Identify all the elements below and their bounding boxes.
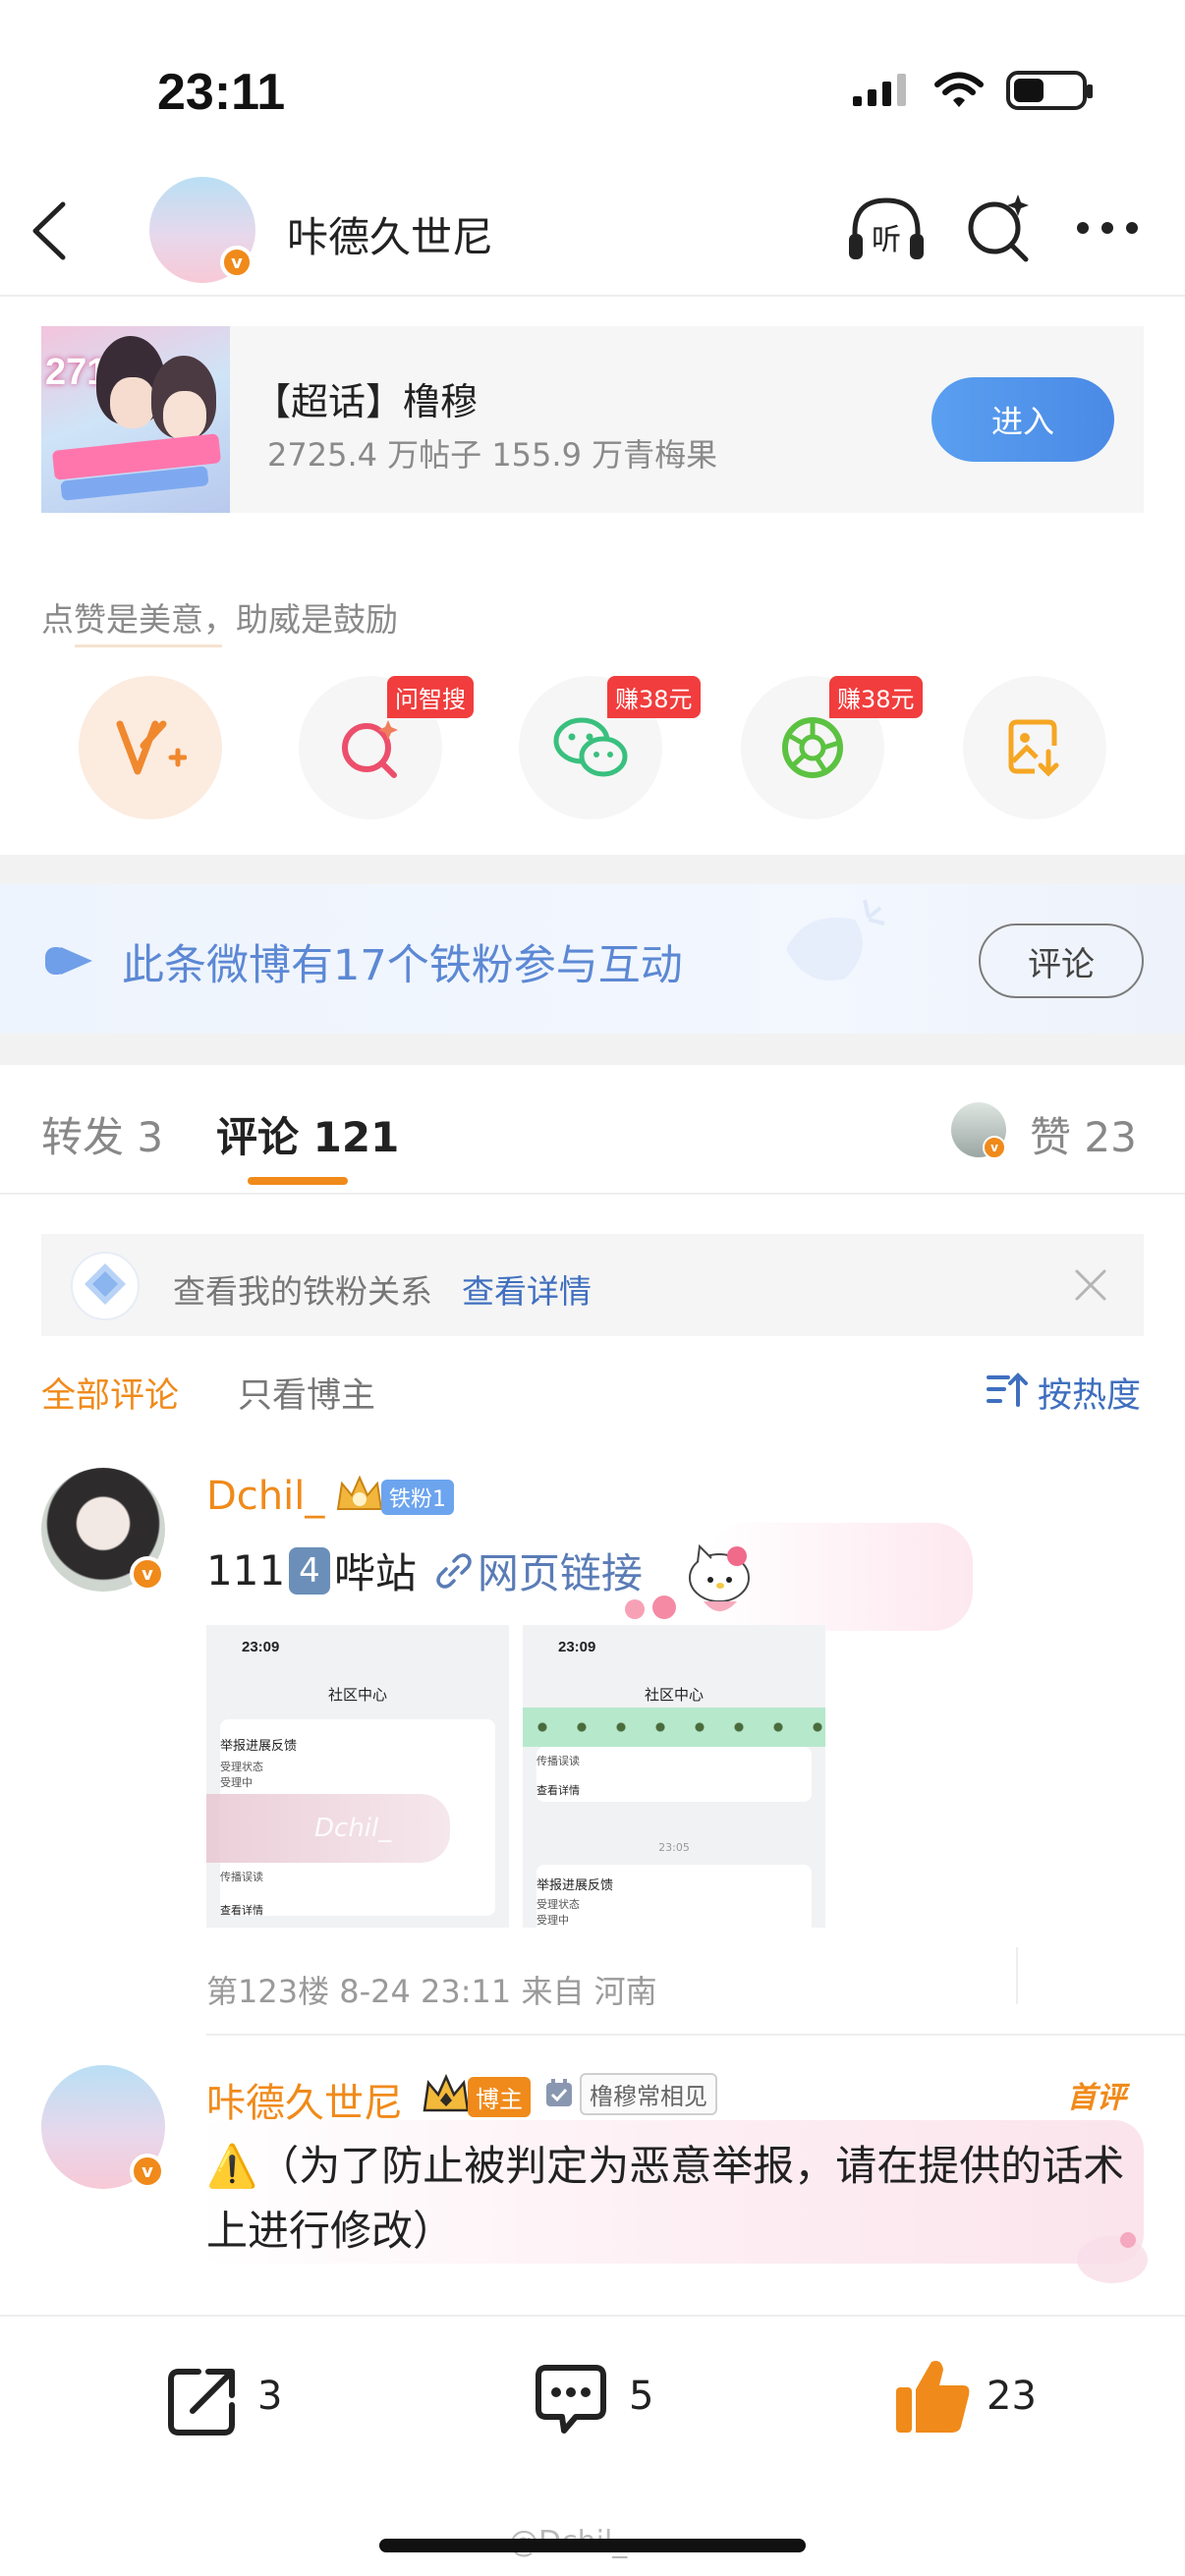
tab-repost[interactable]: 转发 3 — [41, 1104, 163, 1164]
status-icons — [851, 71, 1093, 110]
comment-text-prefix: 111 — [206, 1546, 286, 1595]
liker-verified-icon: v — [983, 1136, 1006, 1159]
kitty-sticker-icon — [689, 1543, 750, 1611]
topic-name: 【超话】橹穆 — [254, 380, 479, 423]
comment-username[interactable]: Dchil_ — [206, 1474, 324, 1519]
tab-indicator — [248, 1177, 348, 1185]
crown-icon — [336, 1475, 383, 1510]
status-time: 23:11 — [157, 64, 286, 121]
comment-count[interactable]: 5 — [629, 2374, 653, 2419]
comment-divider — [206, 2034, 1185, 2036]
sort-by-heat[interactable]: 按热度 — [1038, 1368, 1141, 1418]
v-plus-icon — [116, 720, 187, 775]
enter-topic-button[interactable]: 进入 — [931, 377, 1114, 462]
home-indicator[interactable] — [379, 2539, 806, 2552]
fan-level-badge: 铁粉1 — [381, 1480, 454, 1515]
host-crown-icon — [423, 2073, 470, 2112]
shot2-title: 社区中心 — [644, 1686, 704, 1704]
moments-icon — [782, 717, 843, 778]
like-count[interactable]: 23 — [987, 2374, 1037, 2419]
host-verified-icon: v — [130, 2154, 165, 2189]
wechat-icon — [553, 717, 628, 777]
ai-search-icon — [342, 720, 398, 778]
fan-title-badge: 橹穆常相见 — [580, 2073, 717, 2115]
section-separator-2 — [0, 1034, 1185, 1065]
shot1-line: 受理状态 — [220, 1761, 263, 1773]
web-link[interactable]: 网页链接 — [478, 1540, 643, 1600]
shot2-line: 查看详情 — [536, 1784, 580, 1797]
meta-separator — [1016, 1947, 1018, 2004]
moments-reward-tag: 赚38元 — [829, 676, 923, 718]
calendar-icon — [546, 2079, 572, 2106]
repost-icon[interactable] — [165, 2364, 240, 2438]
shot1-line: 查看详情 — [220, 1904, 263, 1917]
comment-text: 111 4 哔站 网页链接 — [206, 1540, 643, 1600]
shot2-dot-band — [523, 1708, 825, 1747]
shot1-time: 23:09 — [242, 1639, 280, 1655]
close-icon[interactable] — [1073, 1267, 1108, 1303]
tabs-divider — [0, 1193, 1185, 1195]
shot2-time: 23:09 — [558, 1639, 596, 1655]
shot1-title: 社区中心 — [327, 1686, 387, 1704]
save-image-button[interactable] — [963, 676, 1106, 819]
strawberry-icon — [625, 1596, 676, 1619]
shot1-watermark: Dchil_ — [314, 1814, 392, 1843]
ai-search-tag: 问智搜 — [387, 676, 474, 718]
repost-count[interactable]: 3 — [257, 2374, 282, 2419]
tab-likes[interactable]: 赞 23 — [1030, 1104, 1137, 1164]
support-v-button[interactable] — [79, 676, 222, 819]
fans-play-icon — [45, 947, 92, 975]
fan-relation-text: 查看我的铁粉关系 — [173, 1272, 432, 1311]
first-comment-tag: 首评 — [1067, 2081, 1126, 2115]
shot2-line: 传播误读 — [536, 1755, 580, 1767]
shot2-line: 受理中 — [536, 1914, 569, 1927]
commenter-verified-icon: v — [130, 1556, 165, 1592]
wechat-reward-tag: 赚38元 — [607, 676, 701, 718]
cheer-text: 点赞是美意，助威是鼓励 — [41, 600, 398, 639]
shot1-line: 受理中 — [220, 1776, 253, 1789]
section-separator — [0, 855, 1185, 884]
comment-icon[interactable] — [533, 2362, 609, 2436]
host-badge: 博主 — [468, 2077, 531, 2117]
shot2-time-divider: 23:05 — [658, 1841, 690, 1854]
bubble-sticker-icon — [1077, 2232, 1148, 2283]
iron-fans-text: 此条微博有17个铁粉参与互动 — [122, 941, 683, 990]
comment-image-1[interactable]: 23:09 社区中心 举报进展反馈 受理状态 受理中 Dchil_ 传播误读 查… — [206, 1625, 509, 1928]
cheer-pointer — [75, 644, 222, 647]
save-image-icon — [1008, 719, 1059, 777]
verified-badge-icon: v — [220, 246, 254, 279]
filter-all-comments[interactable]: 全部评论 — [41, 1368, 179, 1418]
battery-icon — [1006, 71, 1093, 110]
listen-icon[interactable]: 听 — [845, 193, 928, 265]
link-icon — [436, 1552, 472, 1589]
header-divider — [0, 295, 1185, 297]
fans-decoration-icon — [786, 899, 885, 980]
topic-cover-image: 2711 — [41, 326, 230, 513]
comment-image-2[interactable]: 23:09 社区中心 传播误读 查看详情 23:05 举报进展反馈 受理状态 受… — [523, 1625, 825, 1928]
tab-comments[interactable]: 评论 121 — [216, 1104, 399, 1164]
shot2-line: 受理状态 — [536, 1898, 580, 1911]
cellular-signal-icon — [853, 74, 906, 106]
topic-stats: 2725.4 万帖子 155.9 万青梅果 — [267, 436, 718, 474]
back-icon[interactable] — [28, 200, 71, 261]
comment-meta: 第123楼 8-24 23:11 来自 河南 — [206, 1973, 657, 2010]
number-keycap: 4 — [289, 1546, 330, 1595]
filter-host-only[interactable]: 只看博主 — [238, 1368, 375, 1418]
wifi-icon — [934, 72, 984, 107]
banner-comment-button[interactable]: 评论 — [979, 924, 1144, 998]
shot1-line: 举报进展反馈 — [220, 1739, 298, 1754]
fan-relation-link[interactable]: 查看详情 — [462, 1265, 592, 1313]
search-icon[interactable] — [963, 191, 1034, 265]
header-title[interactable]: 咔德久世尼 — [287, 204, 493, 264]
sort-icon[interactable] — [987, 1372, 1028, 1409]
svg-text:听: 听 — [872, 223, 901, 257]
shot2-line: 举报进展反馈 — [536, 1878, 614, 1893]
diamond-icon — [71, 1252, 140, 1320]
shot1-line: 传播误读 — [220, 1871, 263, 1883]
like-icon[interactable] — [890, 2354, 975, 2438]
more-icon[interactable] — [1075, 218, 1140, 238]
host-comment-text: ⚠️（为了防止被判定为恶意举报，请在提供的话术上进行修改） — [206, 2142, 1125, 2255]
comment-text-mid: 哔站 — [333, 1549, 417, 1597]
